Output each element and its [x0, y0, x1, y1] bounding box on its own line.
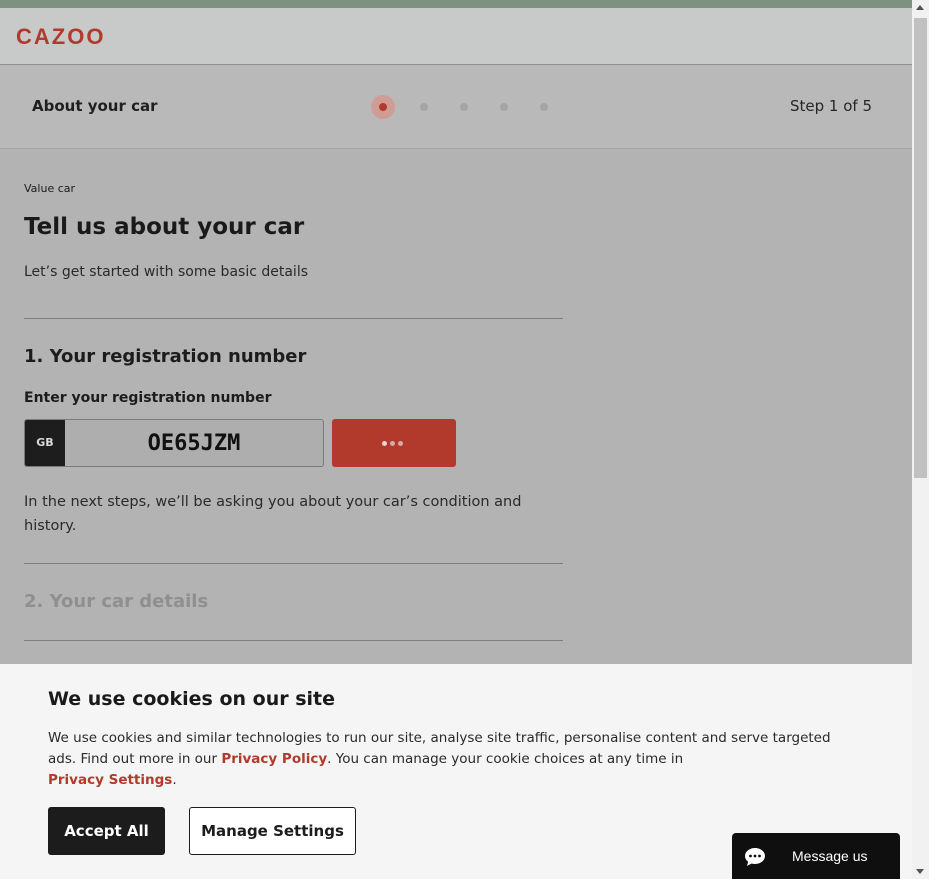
loading-dot: [398, 441, 403, 446]
top-strip: [0, 0, 912, 8]
loading-dot: [382, 441, 387, 446]
step-count: Step 1 of 5: [789, 97, 872, 115]
scroll-down-arrow-icon[interactable]: [916, 869, 924, 874]
step-dot-2: [420, 103, 428, 111]
message-us-button[interactable]: Message us: [732, 833, 900, 879]
progress-stepper: About your car Step 1 of 5: [0, 65, 912, 149]
privacy-settings-link[interactable]: Privacy Settings: [48, 772, 172, 788]
privacy-policy-link[interactable]: Privacy Policy: [221, 751, 327, 767]
divider: [24, 318, 563, 319]
plate-country-badge: GB: [25, 420, 65, 466]
steps-note: In the next steps, we’ll be asking you a…: [24, 494, 522, 534]
manage-settings-button[interactable]: Manage Settings: [189, 807, 356, 855]
chat-bubble-icon: [744, 847, 766, 871]
cookie-text-part: .: [172, 772, 177, 788]
message-us-label: Message us: [792, 848, 868, 864]
divider: [24, 563, 563, 564]
divider: [24, 640, 563, 641]
step-dot-3: [460, 103, 468, 111]
page-scrollbar[interactable]: [912, 0, 929, 879]
submit-registration-button[interactable]: [332, 419, 456, 467]
page-subtitle: Let’s get started with some basic detail…: [24, 264, 308, 280]
cazoo-logo[interactable]: CAZOO: [16, 24, 105, 50]
registration-label: Enter your registration number: [24, 390, 272, 406]
cookie-text-part: . You can manage your cookie choices at …: [327, 751, 684, 767]
scroll-up-arrow-icon[interactable]: [916, 5, 924, 10]
section-registration-title: 1. Your registration number: [24, 346, 307, 367]
accept-all-button[interactable]: Accept All: [48, 807, 165, 855]
page-title: Tell us about your car: [24, 214, 305, 240]
cookie-banner-text: We use cookies and similar technologies …: [48, 728, 848, 791]
breadcrumb: Value car: [24, 182, 76, 195]
step-dot-4: [500, 103, 508, 111]
scrollbar-thumb[interactable]: [914, 18, 927, 478]
registration-plate: GB: [24, 419, 324, 467]
stepper-title: About your car: [32, 97, 158, 115]
cookie-banner-title: We use cookies on our site: [48, 688, 335, 710]
step-dot-1: [371, 95, 395, 119]
step-dots: [371, 94, 561, 120]
loading-dot: [390, 441, 395, 446]
site-header: CAZOO: [0, 8, 912, 65]
registration-input[interactable]: [65, 420, 323, 466]
step-dot-5: [540, 103, 548, 111]
section-car-details-title: 2. Your car details: [24, 591, 209, 612]
